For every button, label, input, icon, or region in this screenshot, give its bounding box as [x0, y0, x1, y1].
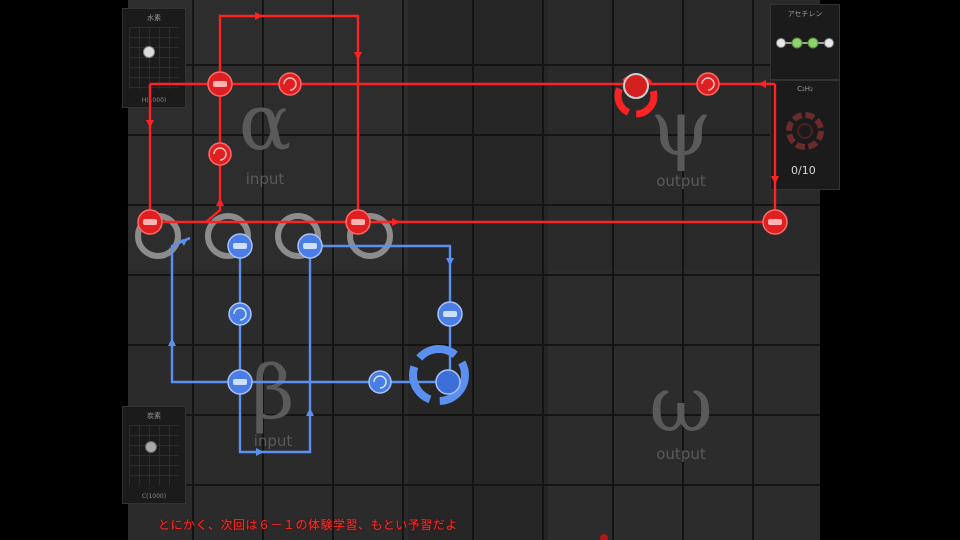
red-rotate-instruction	[278, 72, 302, 96]
red-start-instruction	[137, 209, 163, 235]
red-grab-instruction	[207, 71, 233, 97]
red-waldo-path	[148, 14, 777, 224]
blue-waldo[interactable]	[409, 345, 469, 405]
blue-start-instruction	[297, 233, 323, 259]
red-input-instruction	[345, 209, 371, 235]
blue-drop-instruction	[437, 301, 463, 327]
red-output-instruction	[762, 209, 788, 235]
red-bond-instruction	[208, 142, 232, 166]
red-waldo[interactable]	[614, 73, 658, 118]
blue-rotate-instruction	[228, 302, 252, 326]
blue-input-instruction	[227, 369, 253, 395]
red-drop-instruction	[696, 72, 720, 96]
red-instructions[interactable]	[137, 71, 788, 235]
cursor-dot-icon	[600, 534, 608, 540]
blue-bond-instruction	[368, 370, 392, 394]
game-screen: α input β input ψ output ω output 水素 H(1…	[0, 0, 960, 540]
blue-waldo-path	[170, 236, 452, 454]
red-path-arrows	[146, 12, 779, 226]
caption-subtitle: とにかく、次回は６－１の体験学習、もとい予習だよ	[158, 518, 458, 532]
blue-instructions[interactable]	[227, 233, 463, 395]
blue-grab-instruction	[227, 233, 253, 259]
instruction-layer[interactable]	[0, 0, 960, 540]
